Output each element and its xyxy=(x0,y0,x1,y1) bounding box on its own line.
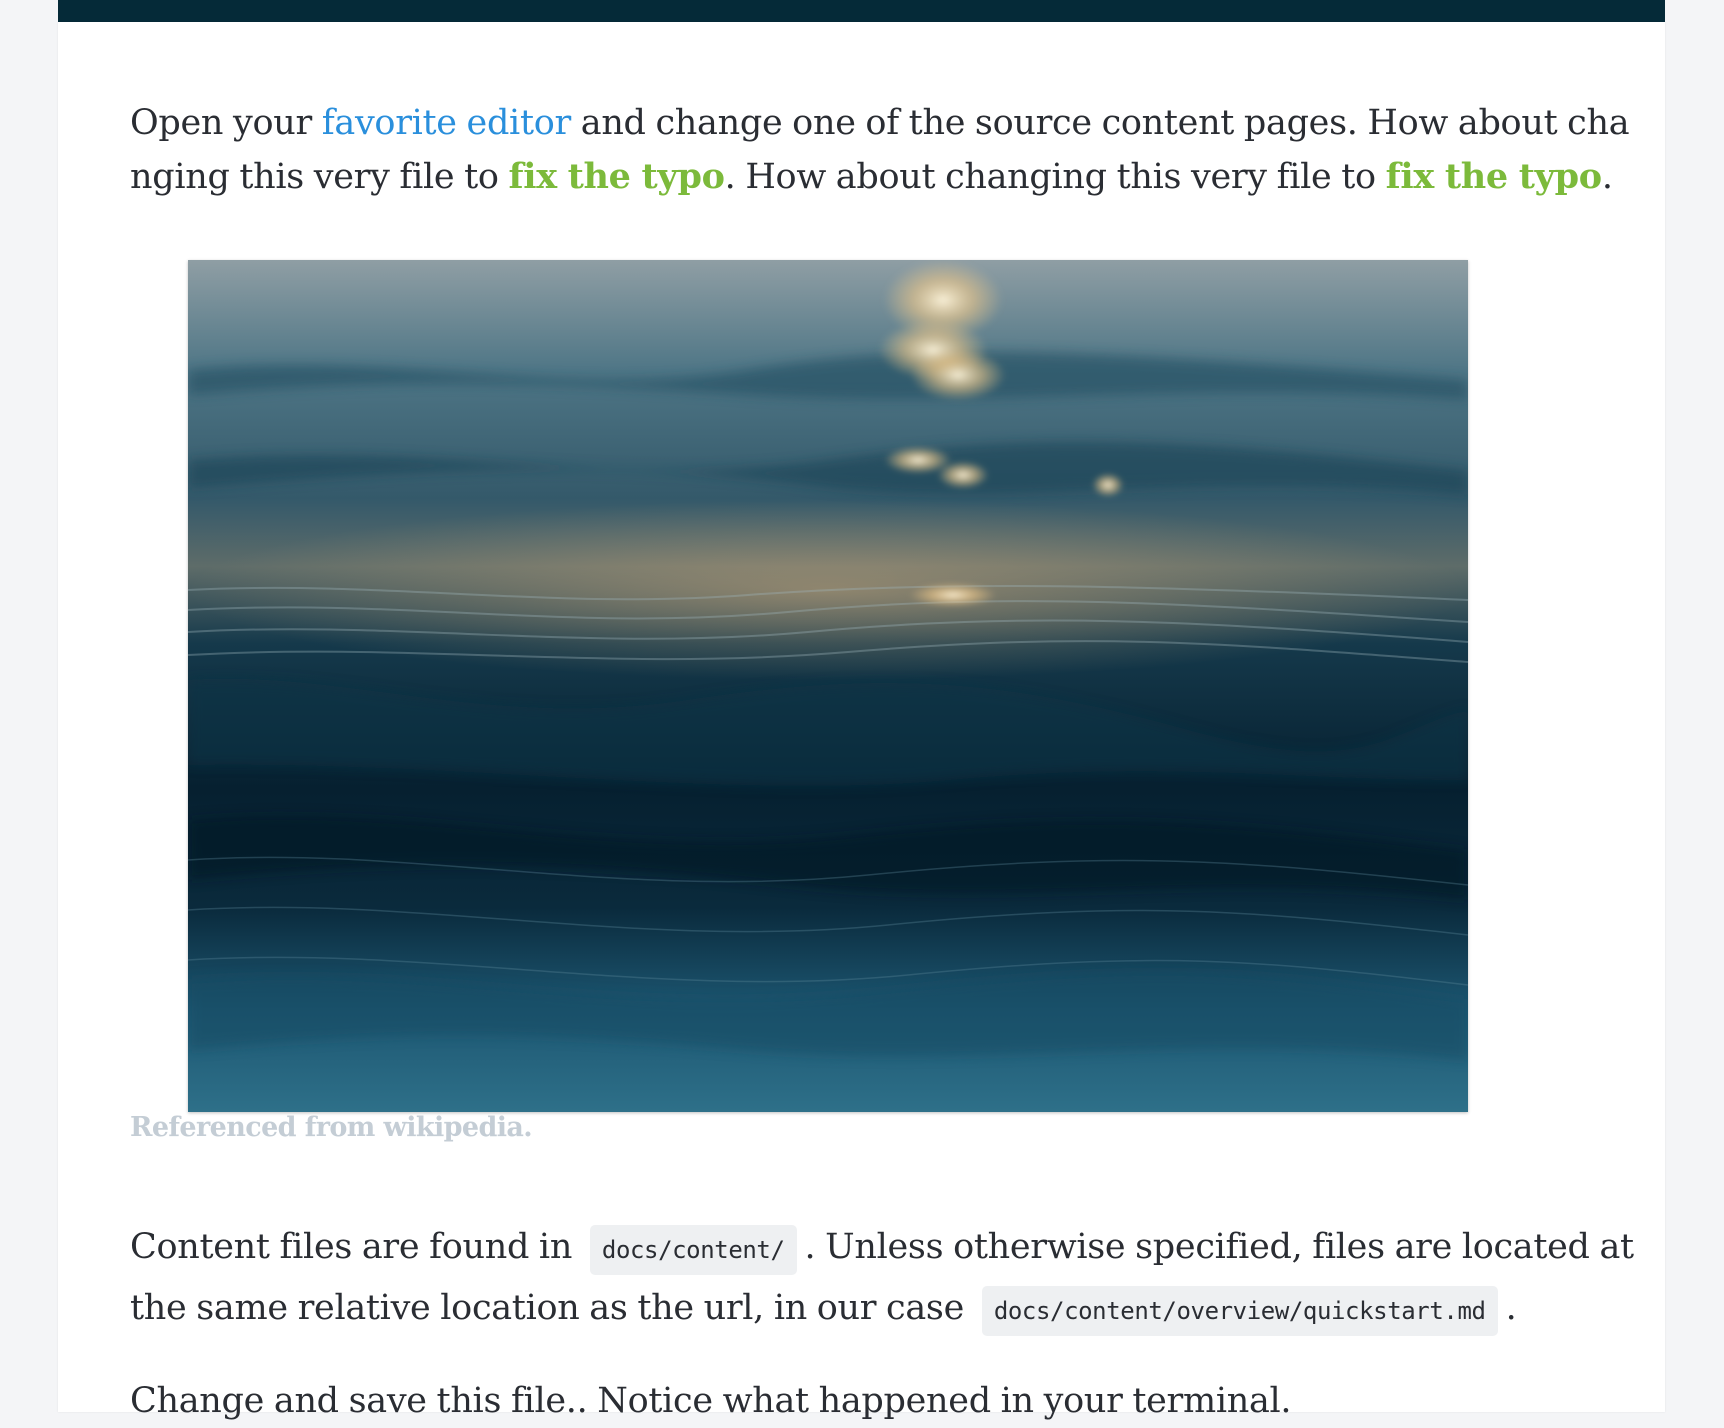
top-header-bar xyxy=(58,0,1665,22)
content-text-3: . xyxy=(1505,1288,1517,1328)
fix-the-typo-link-2[interactable]: fix the typo xyxy=(1386,156,1603,197)
intro-text-3: . How about changing this very file to xyxy=(724,157,1386,197)
content-files-paragraph: Content files are found in docs/content/… xyxy=(130,1218,1650,1340)
intro-paragraph: Open your favorite editor and change one… xyxy=(130,96,1650,204)
final-paragraph: Change and save this file.. Notice what … xyxy=(130,1381,1292,1421)
image-caption: Referenced from wikipedia. xyxy=(130,1112,533,1143)
intro-text-4: . xyxy=(1601,157,1613,197)
content-card: Open your favorite editor and change one… xyxy=(58,22,1665,1421)
favorite-editor-link[interactable]: favorite editor xyxy=(322,103,571,143)
quickstart-path-code: docs/content/overview/quickstart.md xyxy=(981,1286,1498,1336)
fix-the-typo-link-1[interactable]: fix the typo xyxy=(508,156,725,197)
ocean-water-image xyxy=(188,260,1468,1112)
content-path-code: docs/content/ xyxy=(589,1225,797,1275)
intro-text-1: Open your xyxy=(130,103,322,143)
content-text-1: Content files are found in xyxy=(130,1227,573,1267)
